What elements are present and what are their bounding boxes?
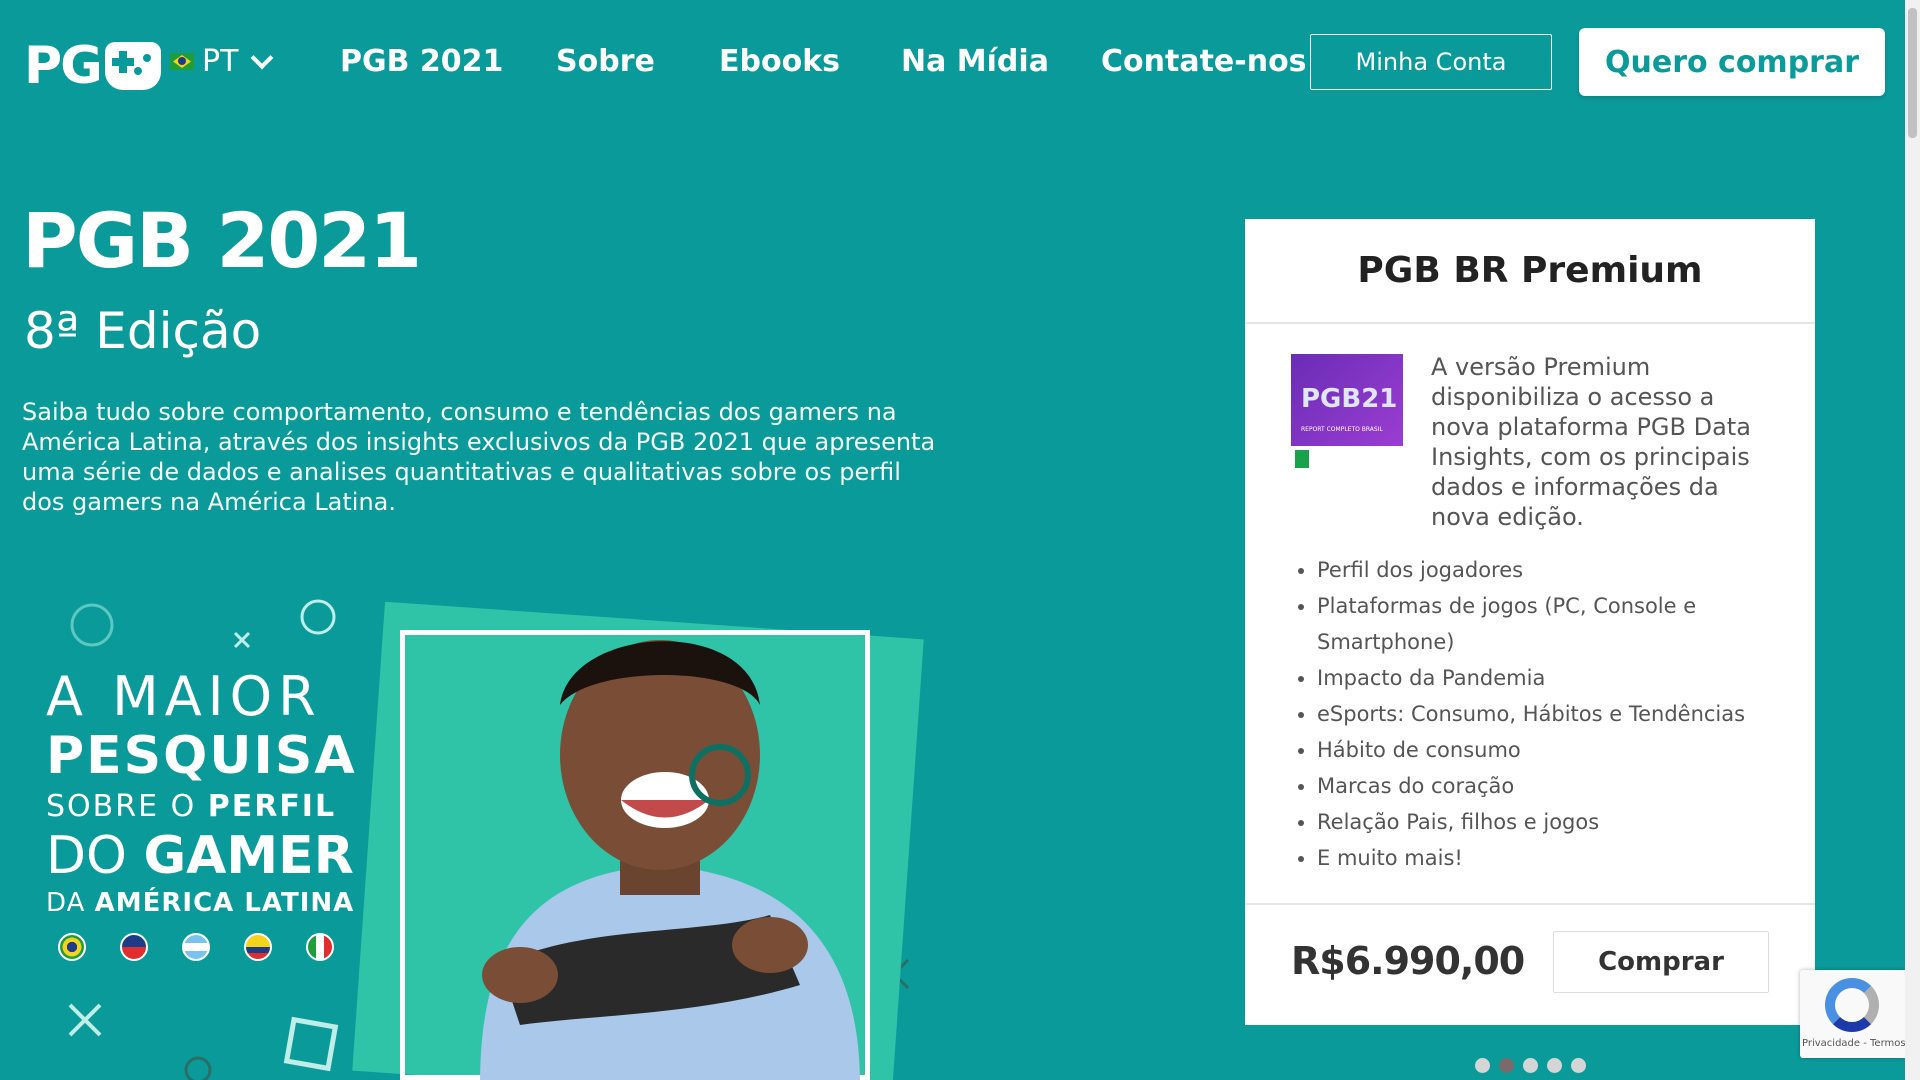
feature-list: Perfil dos jogadores Plataformas de jogo… [1291,552,1771,876]
promo-banner: A MAIOR PESQUISA SOBRE O PERFIL DO GAMER… [0,575,930,1080]
nav-sobre[interactable]: Sobre [556,40,655,84]
argentina-flag-icon [182,933,210,961]
chile-flag-icon [120,933,148,961]
premium-product-card: PGB BR Premium PGB21 REPORT COMPLETO BRA… [1245,219,1815,1025]
language-label: PT [202,44,239,79]
gamepad-icon [104,42,161,90]
report-cover-tag: REPORT COMPLETO BRASIL [1301,426,1383,433]
page-scrollbar[interactable] [1905,0,1920,1080]
recaptcha-icon [1825,978,1879,1032]
carousel-dot[interactable] [1571,1058,1586,1073]
minha-conta-button[interactable]: Minha Conta [1310,34,1552,90]
promo-line-4b: GAMER [143,826,354,886]
report-cover-image: PGB21 REPORT COMPLETO BRASIL [1291,354,1403,472]
feature-item: E muito mais! [1317,840,1771,876]
promo-line-2: PESQUISA [46,726,357,786]
mexico-flag-icon [306,933,334,961]
chevron-down-icon [251,46,274,69]
feature-item: Plataformas de jogos (PC, Console e Smar… [1317,588,1771,660]
card-header: PGB BR Premium [1245,219,1815,324]
gamer-photo [480,640,860,1080]
feature-item: Impacto da Pandemia [1317,660,1771,696]
promo-line-3b: PERFIL [207,789,337,824]
pgb-logo[interactable]: PG [24,40,161,92]
feature-item: Hábito de consumo [1317,732,1771,768]
language-selector[interactable]: PT [170,44,274,79]
site-header: PG PT PGB 2021 Sobre Ebooks Na Mídia Con… [0,0,1905,125]
hero-subtitle: 8ª Edição [24,302,262,360]
colombia-flag-icon [244,933,272,961]
carousel-dot[interactable] [1547,1058,1562,1073]
nav-ebooks[interactable]: Ebooks [719,40,840,84]
carousel-dot-active[interactable] [1499,1058,1514,1073]
feature-item: Perfil dos jogadores [1317,552,1771,588]
promo-line-5b: AMÉRICA LATINA [94,888,355,918]
promo-line-4a: DO [46,826,144,886]
price: R$6.990,00 [1291,939,1525,983]
nav-contate-nos[interactable]: Contate-nos [1101,40,1307,84]
comprar-button[interactable]: Comprar [1553,931,1769,993]
scrollbar-thumb[interactable] [1908,8,1917,138]
card-intro-text: A versão Premium disponibiliza o acesso … [1431,353,1751,531]
recaptcha-links[interactable]: Privacidade - Termos [1802,1038,1906,1049]
logo-text: PG [24,36,103,96]
carousel-dot[interactable] [1475,1058,1490,1073]
card-body: PGB21 REPORT COMPLETO BRASIL A versão Pr… [1245,324,1815,876]
hero-description: Saiba tudo sobre comportamento, consumo … [22,398,936,516]
promo-headline: A MAIOR PESQUISA SOBRE O PERFIL DO GAMER… [46,665,357,918]
feature-item: Relação Pais, filhos e jogos [1317,804,1771,840]
brazil-flag-icon [58,933,86,961]
report-cover-label: PGB21 [1301,384,1398,414]
brazil-flag-icon [170,53,194,70]
feature-item: Marcas do coração [1317,768,1771,804]
quero-comprar-button[interactable]: Quero comprar [1579,28,1885,96]
nav-pgb-2021[interactable]: PGB 2021 [340,40,503,84]
country-flags [58,933,334,961]
card-footer: R$6.990,00 Comprar [1245,903,1815,1025]
feature-item: eSports: Consumo, Hábitos e Tendências [1317,696,1771,732]
carousel-dot[interactable] [1523,1058,1538,1073]
nav-na-midia[interactable]: Na Mídia [901,40,1049,84]
card-title: PGB BR Premium [1357,250,1703,291]
carousel-dots [1475,1058,1586,1073]
hero-title: PGB 2021 [22,196,422,285]
promo-line-3a: SOBRE O [46,789,208,824]
recaptcha-badge[interactable]: Privacidade - Termos [1800,970,1906,1058]
promo-line-5a: DA [46,888,95,918]
promo-line-1: A MAIOR [46,665,322,728]
